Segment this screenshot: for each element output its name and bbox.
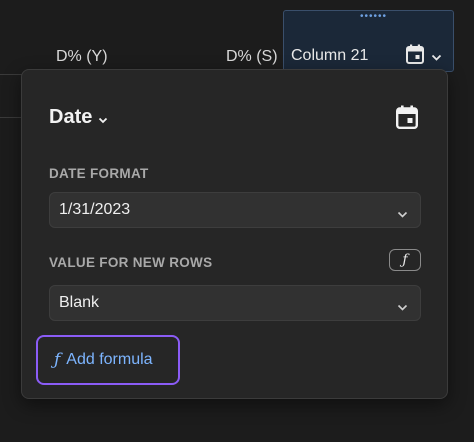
date-format-label: DATE FORMAT	[49, 166, 149, 181]
chevron-down-icon	[98, 107, 108, 130]
add-formula-button[interactable]: ƒ Add formula	[36, 335, 180, 385]
calendar-icon	[406, 44, 424, 69]
column-header-column-21[interactable]: •••••• Column 21	[283, 10, 454, 72]
date-format-select[interactable]: 1/31/2023	[49, 192, 421, 228]
function-icon: ƒ	[54, 350, 61, 370]
formula-toggle-button[interactable]: ƒ	[389, 249, 421, 271]
value-for-new-rows-value: Blank	[59, 294, 100, 311]
column-type-dropdown[interactable]: Date	[49, 105, 108, 130]
column-header-label: Column 21	[291, 47, 369, 64]
value-for-new-rows-label: VALUE FOR NEW ROWS	[49, 255, 213, 270]
add-formula-label: Add formula	[66, 351, 153, 368]
chevron-down-icon	[397, 299, 408, 317]
value-for-new-rows-select[interactable]: Blank	[49, 285, 421, 321]
column-type-label: Date	[49, 106, 93, 128]
chevron-down-icon	[397, 206, 408, 224]
calendar-icon	[396, 105, 419, 134]
chevron-down-icon[interactable]	[431, 49, 442, 67]
column-type-popover: Date DATE FORMAT 1/31/2023 VALUE FOR NEW…	[21, 69, 448, 399]
row-divider	[0, 74, 22, 118]
drag-handle-icon[interactable]: ••••••	[360, 12, 387, 22]
spreadsheet-view: D% (Y) D% (S) •••••• Column 21 Date DATE…	[0, 0, 474, 442]
date-format-value: 1/31/2023	[59, 201, 131, 218]
function-icon: ƒ	[402, 252, 408, 268]
